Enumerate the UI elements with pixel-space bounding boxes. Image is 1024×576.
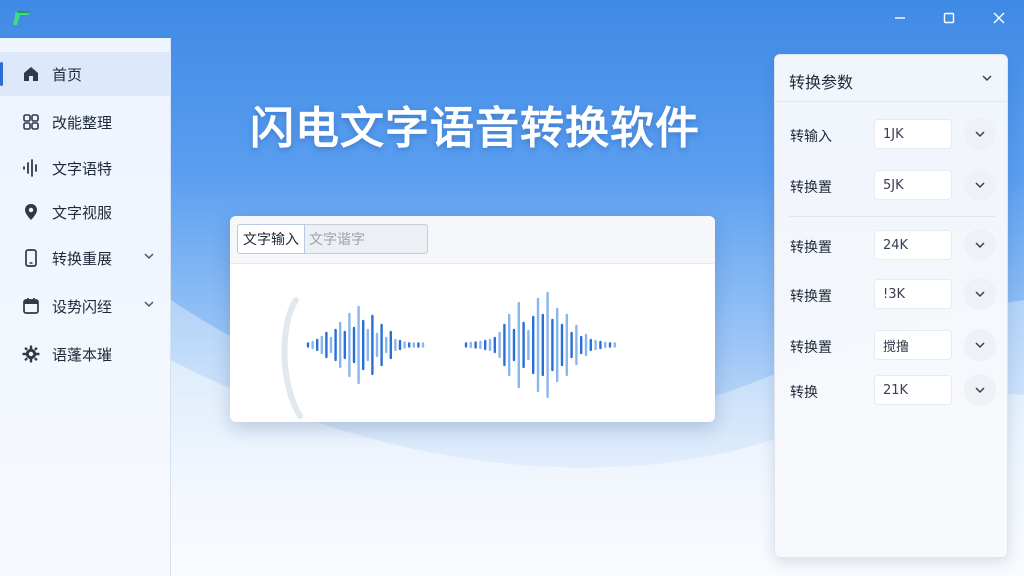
gear-icon bbox=[22, 345, 40, 363]
sidebar: 首页 改能整理 文字语特 文字视服 转换重展 设势闪绖 语蓬本璀 bbox=[0, 38, 171, 576]
close-button[interactable] bbox=[984, 6, 1014, 30]
chevron-down-icon bbox=[144, 253, 154, 260]
param-input[interactable]: 搅撸 bbox=[874, 330, 952, 360]
param-label: 转换置 bbox=[790, 340, 832, 356]
sidebar-item-home[interactable]: 首页 bbox=[0, 52, 171, 96]
phone-icon bbox=[22, 249, 40, 267]
chevron-down-icon bbox=[975, 342, 985, 349]
audio-wave-icon bbox=[22, 159, 40, 177]
app-logo-icon bbox=[13, 11, 31, 25]
waveform-left bbox=[306, 305, 425, 385]
param-input[interactable]: !3K bbox=[874, 279, 952, 309]
param-input[interactable]: 21K bbox=[874, 375, 952, 405]
divider bbox=[789, 216, 995, 217]
sidebar-item-settings-group[interactable]: 设势闪绖 bbox=[0, 284, 171, 328]
card-tab-bar: 文字输入 文字谐字 bbox=[230, 216, 715, 264]
param-dropdown-button[interactable] bbox=[964, 169, 996, 201]
sidebar-item-label: 改能整理 bbox=[52, 113, 113, 132]
tab-text-read[interactable]: 文字谐字 bbox=[305, 224, 428, 254]
location-pin-icon bbox=[22, 203, 40, 221]
sidebar-item-label: 首页 bbox=[52, 65, 83, 84]
chevron-down-icon bbox=[975, 182, 985, 189]
sidebar-item-label: 文字视服 bbox=[52, 203, 113, 222]
param-dropdown-button[interactable] bbox=[964, 118, 996, 150]
chevron-down-icon bbox=[975, 131, 985, 138]
param-label: 转换置 bbox=[790, 240, 832, 256]
param-dropdown-button[interactable] bbox=[964, 278, 996, 310]
maximize-icon bbox=[943, 12, 955, 24]
param-label: 转换置 bbox=[790, 289, 832, 305]
param-label: 转输入 bbox=[790, 129, 832, 145]
param-input[interactable]: 1JK bbox=[874, 119, 952, 149]
sidebar-item-label: 语蓬本璀 bbox=[52, 345, 113, 364]
param-dropdown-button[interactable] bbox=[964, 229, 996, 261]
sidebar-item-label: 转换重展 bbox=[52, 249, 113, 268]
param-dropdown-button[interactable] bbox=[964, 374, 996, 406]
calendar-icon bbox=[22, 297, 40, 315]
chevron-down-icon bbox=[975, 387, 985, 394]
sidebar-item-features[interactable]: 改能整理 bbox=[0, 100, 171, 144]
close-icon bbox=[993, 12, 1005, 24]
chevron-down-icon bbox=[975, 291, 985, 298]
audio-waveform-visual bbox=[281, 291, 616, 419]
minimize-button[interactable] bbox=[885, 6, 915, 30]
chevron-down-icon bbox=[144, 301, 154, 308]
page-title: 闪电文字语音转换软件 bbox=[250, 103, 700, 154]
chevron-down-icon bbox=[975, 242, 985, 249]
param-label: 转换 bbox=[790, 385, 818, 401]
sidebar-item-label: 文字语特 bbox=[52, 159, 113, 178]
text-input-card: 文字输入 文字谐字 bbox=[230, 216, 715, 422]
param-dropdown-button[interactable] bbox=[964, 329, 996, 361]
sidebar-item-convert[interactable]: 转换重展 bbox=[0, 236, 171, 280]
waveform-arc bbox=[281, 297, 303, 419]
maximize-button[interactable] bbox=[934, 6, 964, 30]
param-label: 转换置 bbox=[790, 180, 832, 196]
panel-title: 转换参数 bbox=[789, 73, 854, 92]
param-input[interactable]: 5JK bbox=[874, 170, 952, 200]
divider bbox=[775, 101, 1007, 102]
grid-icon bbox=[22, 113, 40, 131]
sidebar-item-settings[interactable]: 语蓬本璀 bbox=[0, 332, 171, 376]
param-input[interactable]: 24K bbox=[874, 230, 952, 260]
chevron-down-icon[interactable] bbox=[981, 72, 993, 84]
home-icon bbox=[22, 65, 40, 83]
sidebar-item-text-to-speech[interactable]: 文字语特 bbox=[0, 146, 171, 190]
conversion-params-panel: 转换参数 转输入 1JK 转换置 5JK 转换置 24K 转换置 !3K 转换置… bbox=[774, 54, 1008, 558]
tab-text-input[interactable]: 文字输入 bbox=[237, 224, 305, 254]
sidebar-item-text-view[interactable]: 文字视服 bbox=[0, 190, 171, 234]
minimize-icon bbox=[895, 17, 905, 19]
sidebar-item-label: 设势闪绖 bbox=[52, 297, 113, 316]
